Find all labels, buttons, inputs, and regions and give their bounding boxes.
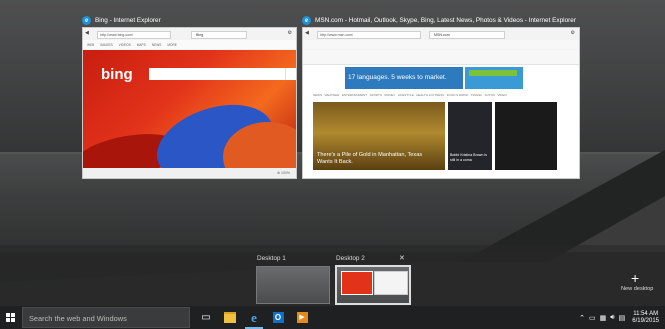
nav-item: HEALTH & FITNESS	[416, 93, 445, 97]
file-explorer-icon[interactable]	[218, 306, 242, 329]
news-hero-image: There's a Pile of Gold in Manhattan, Tex…	[313, 102, 445, 170]
msn-shortcuts-bar	[303, 50, 579, 65]
clock-time: 11:54 AM	[633, 310, 659, 317]
clock[interactable]: 11:54 AM 6/19/2015	[632, 311, 659, 325]
nav-item: LIFESTYLE	[397, 93, 414, 97]
gear-icon: ⚙	[287, 30, 292, 36]
desktop-1-thumbnail[interactable]	[256, 266, 330, 304]
chevron-up-icon[interactable]: ⌃	[579, 314, 585, 322]
msn-nav-bar: NEWS WEATHER ENTERTAINMENT SPORTS MONEY …	[313, 93, 569, 99]
taskbar-search-box[interactable]: Search the web and Windows	[22, 307, 190, 328]
window-title-bar: e Bing - Internet Explorer	[82, 13, 297, 27]
status-bar: ⊕ 100%	[83, 168, 296, 178]
internet-explorer-icon: e	[302, 15, 311, 25]
mini-window	[374, 271, 408, 295]
window-title: Bing - Internet Explorer	[95, 16, 161, 24]
volume-icon[interactable]: 🔊︎	[610, 314, 614, 322]
browser-tab: MSN.com	[429, 31, 505, 39]
back-arrow-icon: ◀	[85, 30, 89, 36]
ad-button	[469, 70, 517, 76]
nav-item: AUTOS	[484, 93, 495, 97]
task-view-icon[interactable]: ▭	[194, 306, 218, 329]
favorites-bar	[303, 40, 579, 49]
clock-date: 6/19/2015	[632, 317, 659, 324]
browser-tab: Bing	[191, 31, 247, 39]
mini-window	[341, 271, 373, 295]
nav-item: IMAGES	[100, 42, 113, 47]
nav-item: NEWS	[313, 93, 322, 97]
notifications-icon[interactable]: ▤	[619, 314, 626, 322]
msn-homepage: 17 languages. 5 weeks to market. NEWS WE…	[303, 50, 579, 172]
nav-item: FOOD & DRINK	[446, 93, 469, 97]
ad-card	[495, 102, 557, 170]
close-desktop-icon[interactable]: ✕	[399, 254, 405, 262]
internet-explorer-taskbar-icon[interactable]: e	[242, 306, 266, 329]
bing-nav-bar: WEB IMAGES VIDEOS MAPS NEWS MORE	[83, 40, 296, 49]
window-thumbnail-bing[interactable]: e Bing - Internet Explorer ◀ http://www.…	[82, 13, 297, 179]
taskbar: Search the web and Windows ▭ e O ▶	[0, 306, 665, 329]
nav-item: VIDEO	[497, 93, 507, 97]
nav-item: SPORTS	[369, 93, 382, 97]
nav-item: WEB	[87, 42, 95, 47]
nav-item: VIDEOS	[118, 42, 131, 47]
nav-item: ENTERTAINMENT	[341, 93, 368, 97]
hero-caption: There's a Pile of Gold in Manhattan, Tex…	[317, 152, 423, 165]
ad-banner: 17 languages. 5 weeks to market.	[345, 67, 463, 89]
nav-item: NEWS	[151, 42, 162, 47]
battery-icon[interactable]: ▭	[589, 314, 596, 322]
browser-frame: ◀ http://www.bing.com/ Bing ⚙ WEB IMAGES…	[82, 27, 297, 179]
nav-item: TRAVEL	[470, 93, 483, 97]
windows-logo-icon	[5, 313, 15, 322]
window-thumbnail-msn[interactable]: e MSN.com - Hotmail, Outlook, Skype, Bin…	[302, 13, 580, 179]
new-desktop-plus-icon[interactable]: +	[631, 270, 639, 286]
news-card-caption: Bobbi Kristina Brown is still in a coma	[450, 153, 487, 162]
internet-explorer-icon: e	[82, 15, 91, 25]
bing-logo: bing	[101, 66, 133, 83]
news-card: Bobbi Kristina Brown is still in a coma	[448, 102, 492, 170]
nav-item: MONEY	[384, 93, 396, 97]
search-icon	[285, 68, 296, 80]
nav-item: MAPS	[136, 42, 146, 47]
new-desktop-button[interactable]: New desktop	[621, 286, 653, 292]
start-button[interactable]	[0, 306, 20, 329]
address-bar: http://www.bing.com/	[97, 31, 171, 39]
browser-chrome: ◀ http://www.msn.com/ MSN.com ⚙	[303, 28, 579, 51]
media-player-icon[interactable]: ▶	[290, 306, 314, 329]
ad-banner-text: 17 languages. 5 weeks to market.	[348, 74, 447, 81]
desktop-2-thumbnail[interactable]	[335, 265, 411, 305]
ad-banner-cta	[465, 67, 523, 89]
bing-homepage: bing	[83, 50, 296, 168]
back-arrow-icon: ◀	[305, 30, 309, 36]
nav-item: WEATHER	[324, 93, 340, 97]
virtual-desktops-bar	[0, 245, 665, 306]
desktop-1-label: Desktop 1	[257, 255, 286, 262]
gear-icon: ⚙	[570, 30, 575, 36]
browser-chrome: ◀ http://www.bing.com/ Bing ⚙ WEB IMAGES…	[83, 28, 296, 51]
address-bar: http://www.msn.com/	[317, 31, 421, 39]
outlook-icon[interactable]: O	[266, 306, 290, 329]
bing-search-input	[149, 68, 285, 80]
system-tray: ⌃ ▭ ▦ 🔊︎ ▤ 11:54 AM 6/19/2015	[579, 306, 659, 329]
desktop-2-label: Desktop 2	[336, 255, 365, 262]
network-icon[interactable]: ▦	[600, 314, 607, 322]
browser-frame: ◀ http://www.msn.com/ MSN.com ⚙ 17 langu…	[302, 27, 580, 179]
window-title: MSN.com - Hotmail, Outlook, Skype, Bing,…	[315, 16, 576, 24]
window-title-bar: e MSN.com - Hotmail, Outlook, Skype, Bin…	[302, 13, 580, 27]
nav-item: MORE	[167, 42, 177, 47]
